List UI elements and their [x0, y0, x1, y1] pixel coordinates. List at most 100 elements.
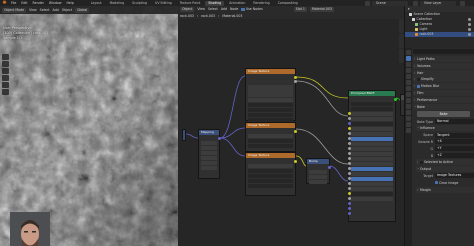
- tangent-socket[interactable]: [347, 212, 351, 216]
- height-field[interactable]: [309, 179, 327, 185]
- scene-tab-icon[interactable]: [406, 74, 411, 79]
- scale-y-field[interactable]: [201, 160, 217, 166]
- new-layer-icon[interactable]: [460, 0, 465, 6]
- section-hair[interactable]: Hair: [413, 69, 474, 76]
- section-film[interactable]: Film: [413, 89, 474, 96]
- extension-field[interactable]: [248, 178, 293, 184]
- menu-render[interactable]: Render: [33, 1, 44, 5]
- properties-editor[interactable]: Light Paths Volumes Hair Simplify Motion…: [404, 48, 474, 246]
- projection-field[interactable]: [248, 107, 293, 113]
- node-image-texture-2[interactable]: Image Texture: [245, 122, 297, 152]
- scale-tool-icon[interactable]: [2, 82, 9, 88]
- view-layer-selector[interactable]: View Layer: [420, 0, 456, 6]
- anisotropic-socket[interactable]: [347, 152, 351, 156]
- subsurface-radius-socket[interactable]: [347, 122, 351, 126]
- colorspace-field[interactable]: [248, 183, 293, 189]
- sidebar-tab-view[interactable]: [399, 49, 404, 63]
- tab-sculpting[interactable]: Sculpting: [129, 1, 150, 6]
- outliner[interactable]: ▾ Scene Collection Collection Camera Lig…: [404, 6, 474, 48]
- bake-type-select[interactable]: Normal: [435, 119, 474, 125]
- data-tab-icon[interactable]: [406, 116, 411, 121]
- scale-z-field[interactable]: [201, 165, 217, 171]
- emission-socket[interactable]: [347, 192, 351, 196]
- swizzle-b-select[interactable]: +Z: [435, 153, 474, 159]
- visibility-eye-icon[interactable]: [468, 23, 471, 26]
- bsdf-output-socket[interactable]: [393, 97, 397, 101]
- move-tool-icon[interactable]: [2, 68, 9, 74]
- section-volumes[interactable]: Volumes: [413, 62, 474, 69]
- material-selector[interactable]: Material.003: [309, 6, 334, 12]
- swizzle-r-select[interactable]: +X: [435, 139, 474, 145]
- selected-to-active-checkbox[interactable]: [420, 160, 423, 164]
- space-select[interactable]: Tangent: [435, 132, 474, 138]
- section-output[interactable]: Output: [416, 165, 474, 173]
- specular-input-socket[interactable]: [347, 137, 351, 141]
- projection-field[interactable]: [248, 173, 293, 179]
- subsurface-method-field[interactable]: [351, 106, 393, 112]
- constraints-tab-icon[interactable]: [406, 110, 411, 115]
- rotate-tool-icon[interactable]: [2, 75, 9, 81]
- ne-menu-view[interactable]: View: [197, 7, 205, 11]
- tab-layout[interactable]: Layout: [88, 1, 105, 6]
- scene-selector[interactable]: Scene: [372, 0, 408, 6]
- select-tool-icon[interactable]: [2, 54, 9, 60]
- transform-tool-icon[interactable]: [2, 89, 9, 95]
- ne-menu-node[interactable]: Node: [230, 7, 238, 11]
- tab-texture-paint[interactable]: Texture Paint: [177, 1, 204, 6]
- mode-selector[interactable]: Object Mode: [2, 7, 27, 13]
- section-influence[interactable]: Influence: [416, 124, 474, 132]
- color-output-socket[interactable]: [293, 129, 297, 133]
- color-output-socket[interactable]: [293, 75, 297, 79]
- color-output-socket[interactable]: [293, 159, 297, 163]
- ior-socket[interactable]: [347, 182, 351, 186]
- particles-tab-icon[interactable]: [406, 98, 411, 103]
- tab-animation[interactable]: Animation: [226, 1, 248, 6]
- section-light-paths[interactable]: Light Paths: [413, 56, 474, 62]
- specular-tint-socket[interactable]: [347, 142, 351, 146]
- outliner-filter-icon[interactable]: ▾: [408, 7, 410, 11]
- interpolation-field[interactable]: [248, 102, 293, 108]
- slot-selector[interactable]: Slot 1: [293, 6, 307, 12]
- metallic-input-socket[interactable]: [347, 132, 351, 136]
- strength-field[interactable]: [309, 169, 327, 175]
- visibility-eye-icon[interactable]: [468, 28, 471, 31]
- section-simplify[interactable]: Simplify: [413, 76, 474, 83]
- target-select[interactable]: Image Textures: [435, 173, 474, 179]
- physics-tab-icon[interactable]: [406, 104, 411, 109]
- section-selected-to-active[interactable]: Selected to Active: [416, 159, 474, 166]
- render-tab-icon[interactable]: [406, 56, 411, 61]
- extension-field[interactable]: [248, 112, 293, 118]
- location-field[interactable]: [201, 145, 217, 151]
- scale-field[interactable]: [201, 155, 217, 161]
- tab-modeling[interactable]: Modeling: [107, 1, 128, 6]
- anisotropic-rotation-socket[interactable]: [347, 157, 351, 161]
- visibility-eye-icon[interactable]: [468, 18, 471, 21]
- material-tab-icon[interactable]: [406, 122, 411, 127]
- world-tab-icon[interactable]: [406, 80, 411, 85]
- output-tab-icon[interactable]: [406, 62, 411, 67]
- tool-tab-icon[interactable]: [406, 50, 411, 55]
- visibility-eye-icon[interactable]: [468, 33, 471, 36]
- clear-image-checkbox[interactable]: [435, 181, 438, 185]
- menu-help[interactable]: Help: [66, 1, 73, 5]
- shader-node-editor[interactable]: Object View Select Add Node Use Nodes Sl…: [178, 6, 404, 246]
- 3d-viewport[interactable]: Object Mode View Select Add Object Globa…: [0, 6, 178, 246]
- menu-window[interactable]: Window: [49, 1, 62, 5]
- subsurface-input-socket[interactable]: [347, 117, 351, 121]
- clear-image-toggle[interactable]: Clear Image: [435, 181, 458, 185]
- tab-uv-editing[interactable]: UV Editing: [152, 1, 175, 6]
- node-image-texture-3[interactable]: Image Texture: [245, 152, 297, 196]
- cursor-tool-icon[interactable]: [2, 61, 9, 67]
- node-mapping[interactable]: Mapping: [198, 129, 221, 179]
- interpolation-field[interactable]: [248, 138, 293, 144]
- texture-tab-icon[interactable]: [406, 128, 411, 133]
- clearcoat-socket[interactable]: [347, 172, 351, 176]
- alpha-socket[interactable]: [347, 197, 351, 201]
- clearcoat-roughness-socket[interactable]: [347, 177, 351, 181]
- normal-output-socket[interactable]: [327, 165, 331, 169]
- bake-button[interactable]: Bake: [417, 110, 470, 117]
- vp-menu-view[interactable]: View: [29, 8, 37, 12]
- modifier-tab-icon[interactable]: [406, 92, 411, 97]
- section-margin[interactable]: Margin: [416, 186, 474, 193]
- vector-output-socket[interactable]: [217, 136, 221, 140]
